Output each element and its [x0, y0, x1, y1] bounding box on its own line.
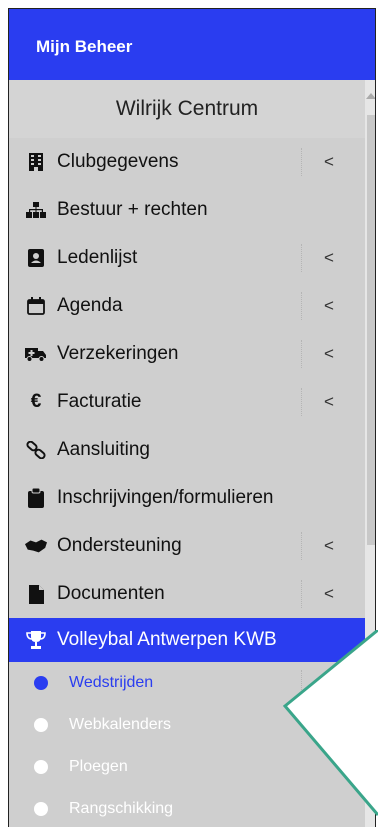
building-icon [25, 153, 47, 171]
file-icon [25, 584, 47, 604]
sitemap-icon [25, 202, 47, 218]
sidebar-item-label: Agenda [57, 295, 123, 316]
submenu-item-label: Rangschikking [69, 800, 174, 817]
clipboard-icon [25, 488, 47, 508]
chevron-left-icon[interactable]: < [324, 378, 334, 426]
sidebar-item-ondersteuning[interactable]: Ondersteuning < [9, 522, 365, 570]
divider [301, 388, 302, 416]
submenu-item-label: Webkalenders [69, 716, 171, 733]
sidebar-item-label: Bestuur + rechten [57, 199, 208, 220]
brand-title[interactable]: Mijn Beheer [36, 37, 132, 57]
sidebar-item-agenda[interactable]: Agenda < [9, 282, 365, 330]
chevron-left-icon[interactable]: < [324, 570, 334, 618]
sidebar-item-label: Verzekeringen [57, 343, 179, 364]
sidebar-item-label: Inschrijvingen/formulieren [57, 487, 274, 508]
circle-icon [34, 760, 48, 774]
chevron-left-icon[interactable]: < [324, 234, 334, 282]
divider [301, 244, 302, 272]
sidebar-item-documenten[interactable]: Documenten < [9, 570, 365, 618]
sidebar-item-label: Aansluiting [57, 439, 150, 460]
handshake-icon [25, 538, 47, 554]
ambulance-icon [25, 346, 47, 362]
sidebar-item-label: Volleybal Antwerpen KWB [57, 629, 277, 650]
scroll-up-icon[interactable] [366, 93, 375, 99]
chevron-left-icon[interactable]: < [324, 330, 334, 378]
circle-icon [34, 718, 48, 732]
link-icon [25, 441, 47, 459]
club-name: Wilrijk Centrum [9, 80, 365, 138]
chevron-left-icon[interactable]: < [324, 138, 334, 186]
submenu-item-label: Ploegen [69, 758, 128, 775]
chevron-left-icon[interactable]: < [324, 282, 334, 330]
sidebar-item-inschrijvingen[interactable]: Inschrijvingen/formulieren [9, 474, 365, 522]
callout-shape [283, 630, 383, 827]
divider [301, 340, 302, 368]
trophy-icon [25, 631, 47, 649]
circle-icon [34, 802, 48, 816]
divider [301, 148, 302, 176]
calendar-icon [25, 297, 47, 315]
sidebar-item-ledenlijst[interactable]: Ledenlijst < [9, 234, 365, 282]
address-book-icon [25, 249, 47, 267]
sidebar-item-label: Documenten [57, 583, 165, 604]
sidebar-item-facturatie[interactable]: € Facturatie < [9, 378, 365, 426]
sidebar-item-label: Ledenlijst [57, 247, 138, 268]
divider [301, 532, 302, 560]
sidebar-item-clubgegevens[interactable]: Clubgegevens < [9, 138, 365, 186]
submenu-item-label: Wedstrijden [69, 674, 154, 691]
sidebar-item-verzekeringen[interactable]: Verzekeringen < [9, 330, 365, 378]
sidebar-item-label: Clubgegevens [57, 151, 179, 172]
euro-icon: € [30, 391, 42, 412]
sidebar-item-label: Facturatie [57, 391, 142, 412]
sidebar-item-label: Ondersteuning [57, 535, 182, 556]
sidebar-item-aansluiting[interactable]: Aansluiting [9, 426, 365, 474]
divider [301, 292, 302, 320]
circle-icon [34, 676, 48, 690]
sidebar-item-bestuur[interactable]: Bestuur + rechten [9, 186, 365, 234]
scrollbar-thumb[interactable] [367, 115, 375, 545]
divider [301, 580, 302, 608]
chevron-left-icon[interactable]: < [324, 522, 334, 570]
top-bar: Mijn Beheer [9, 9, 375, 80]
